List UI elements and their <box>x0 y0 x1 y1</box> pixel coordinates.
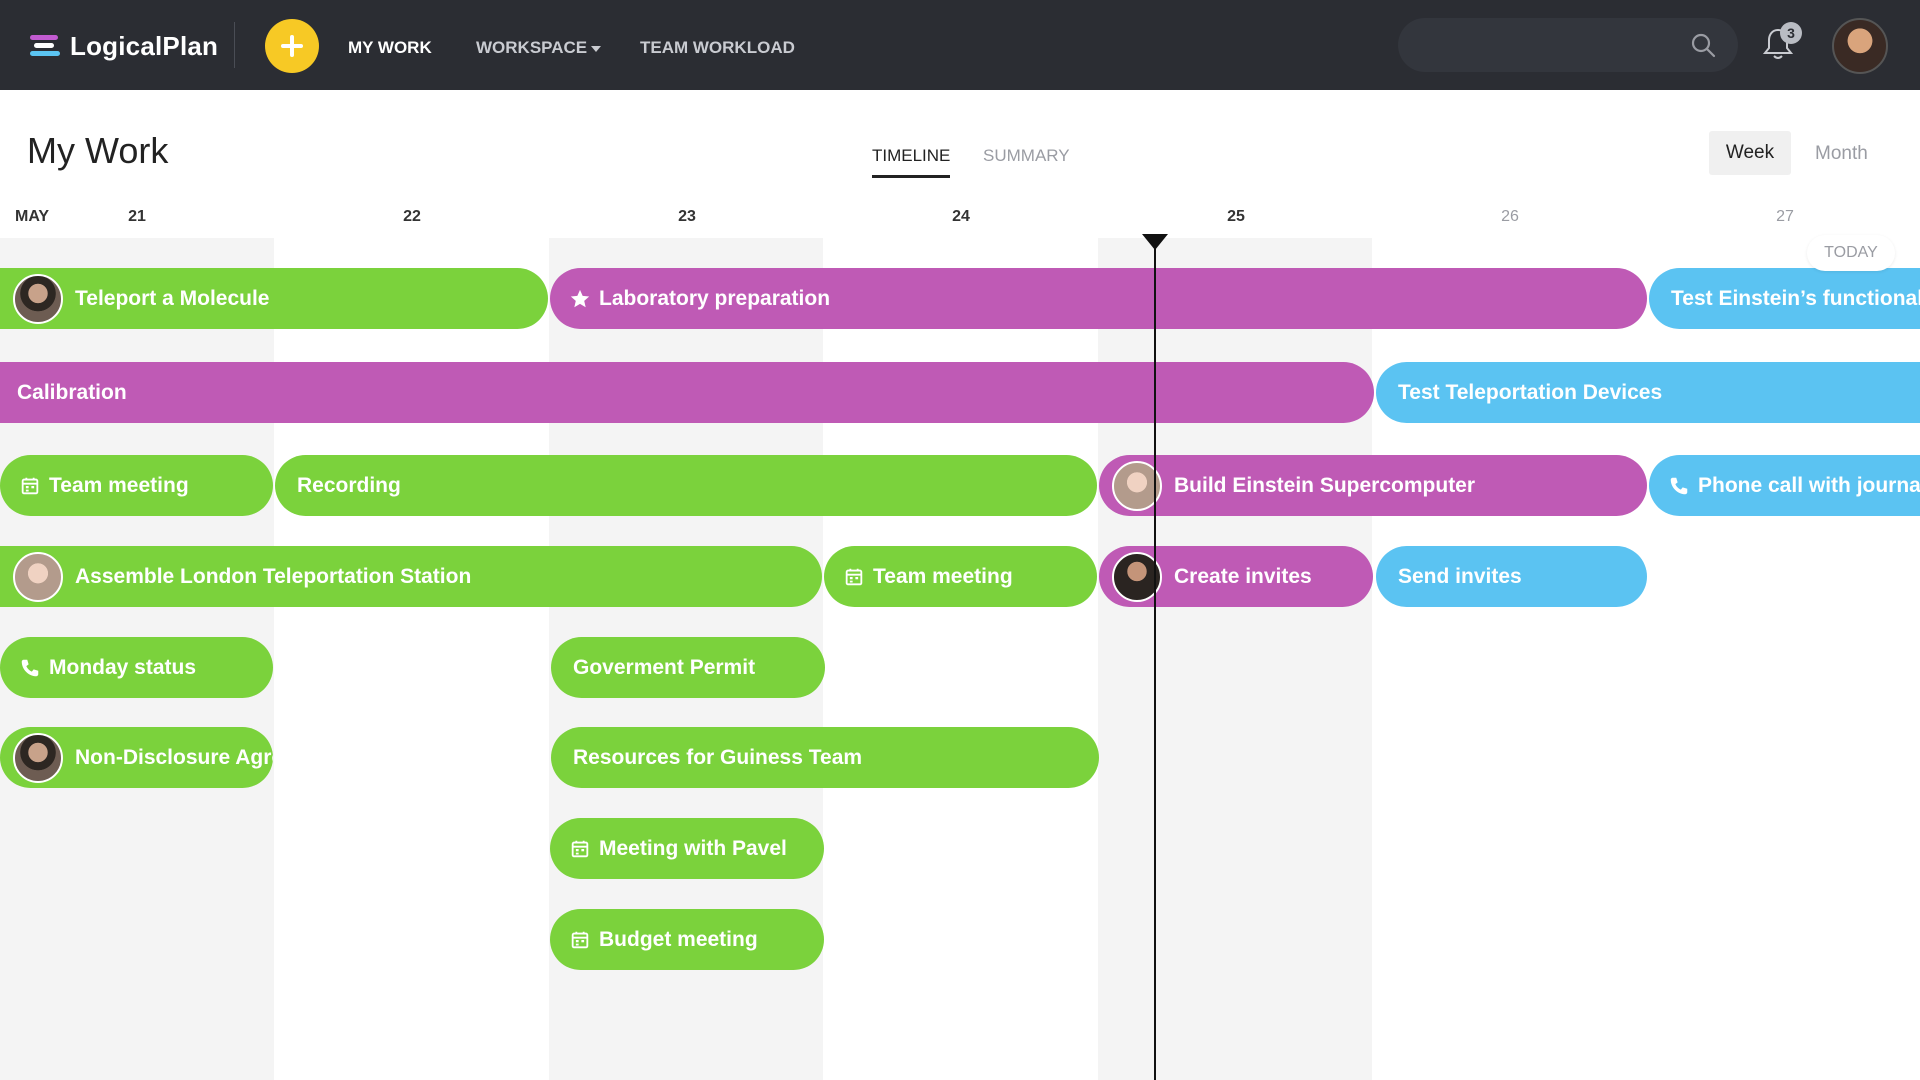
event-bar[interactable]: Meeting with Pavel <box>550 818 824 879</box>
page-title: My Work <box>27 130 169 171</box>
person-avatar <box>13 273 63 324</box>
event-label: Send invites <box>1398 564 1522 588</box>
event-bar[interactable]: Non-Disclosure Agreement <box>0 727 273 788</box>
event-label: Build Einstein Supercomputer <box>1174 473 1476 497</box>
event-label: Teleport a Molecule <box>75 286 270 310</box>
event-label: Resources for Guiness Team <box>573 745 863 769</box>
person-avatar <box>13 732 63 783</box>
day-label: 25 <box>1227 208 1245 225</box>
view-month-button[interactable]: Month <box>1815 143 1868 165</box>
day-label: 24 <box>952 208 970 225</box>
event-label: Recording <box>297 473 401 497</box>
nav-workspace-label: WORKSPACE <box>476 38 588 57</box>
day-label: 21 <box>128 208 146 225</box>
event-bar[interactable]: Team meeting <box>0 455 273 516</box>
logo-mark-icon <box>30 35 60 57</box>
event-label: Create invites <box>1174 564 1312 588</box>
tab-timeline[interactable]: TIMELINE <box>872 146 951 178</box>
nav-workspace[interactable]: WORKSPACE <box>476 38 602 58</box>
search-icon <box>1691 33 1716 58</box>
day-label: 26 <box>1501 208 1519 225</box>
event-bar[interactable]: Resources for Guiness Team <box>551 727 1099 788</box>
event-bar[interactable]: Monday status <box>0 637 273 698</box>
calendar-icon <box>845 568 863 585</box>
phone-icon <box>1670 477 1688 494</box>
event-label: Monday status <box>49 655 197 679</box>
day-label: 23 <box>678 208 696 225</box>
divider <box>234 22 235 68</box>
event-label: Meeting with Pavel <box>599 836 787 860</box>
today-marker-icon[interactable] <box>1142 234 1168 250</box>
event-bar[interactable]: Create invites <box>1099 546 1373 607</box>
day-label: 27 <box>1776 208 1794 225</box>
tab-summary[interactable]: SUMMARY <box>983 146 1070 166</box>
event-label: Budget meeting <box>599 927 758 951</box>
nav-my-work[interactable]: MY WORK <box>348 38 432 58</box>
calendar-icon <box>571 840 589 857</box>
event-bar[interactable]: Laboratory preparation <box>550 268 1647 329</box>
event-bar[interactable]: Assemble London Teleportation Station <box>0 546 822 607</box>
event-label: Goverment Permit <box>573 655 756 679</box>
event-label: Team meeting <box>49 473 189 497</box>
today-line <box>1154 238 1156 1080</box>
phone-icon <box>21 659 39 676</box>
logo[interactable]: LogicalPlan <box>30 30 218 62</box>
app-name: LogicalPlan <box>70 30 219 61</box>
event-bar[interactable]: Test Teleportation Devices <box>1376 362 1920 423</box>
star-icon <box>570 289 590 307</box>
event-bar[interactable]: Test Einstein’s functionality <box>1649 268 1920 329</box>
event-label: Phone call with journalist <box>1698 473 1920 497</box>
event-bar[interactable]: Build Einstein Supercomputer <box>1099 455 1647 516</box>
day-label: 22 <box>403 208 421 225</box>
event-bar[interactable]: Goverment Permit <box>551 637 825 698</box>
top-bar: LogicalPlan MY WORK WORKSPACE TEAM WORKL… <box>0 0 1920 90</box>
event-label: Assemble London Teleportation Station <box>75 564 472 588</box>
nav-team-workload[interactable]: TEAM WORKLOAD <box>640 38 795 58</box>
event-label: Laboratory preparation <box>599 286 831 310</box>
today-button[interactable]: TODAY <box>1807 235 1895 271</box>
search-input[interactable] <box>1398 18 1738 72</box>
event-bar[interactable]: Recording <box>275 455 1097 516</box>
calendar-icon <box>571 931 589 948</box>
event-bar[interactable]: Calibration <box>0 362 1374 423</box>
event-bar[interactable]: Team meeting <box>824 546 1097 607</box>
event-bar[interactable]: Send invites <box>1376 546 1647 607</box>
event-bar[interactable]: Phone call with journalist <box>1649 455 1920 516</box>
event-label: Calibration <box>17 380 127 404</box>
add-button[interactable] <box>265 19 319 73</box>
person-avatar <box>13 551 63 602</box>
plus-icon <box>281 35 303 57</box>
notification-badge: 3 <box>1780 22 1802 44</box>
month-label: MAY <box>15 208 50 225</box>
event-bar[interactable]: Budget meeting <box>550 909 824 970</box>
user-avatar[interactable] <box>1832 18 1888 74</box>
event-label: Team meeting <box>873 564 1013 588</box>
event-label: Test Teleportation Devices <box>1398 380 1663 404</box>
event-label: Non-Disclosure Agreement <box>75 745 273 769</box>
caret-down-icon <box>591 45 602 52</box>
event-bar[interactable]: Teleport a Molecule <box>0 268 548 329</box>
event-label: Test Einstein’s functionality <box>1671 286 1920 310</box>
view-week-button[interactable]: Week <box>1709 131 1791 175</box>
calendar-icon <box>21 477 39 494</box>
